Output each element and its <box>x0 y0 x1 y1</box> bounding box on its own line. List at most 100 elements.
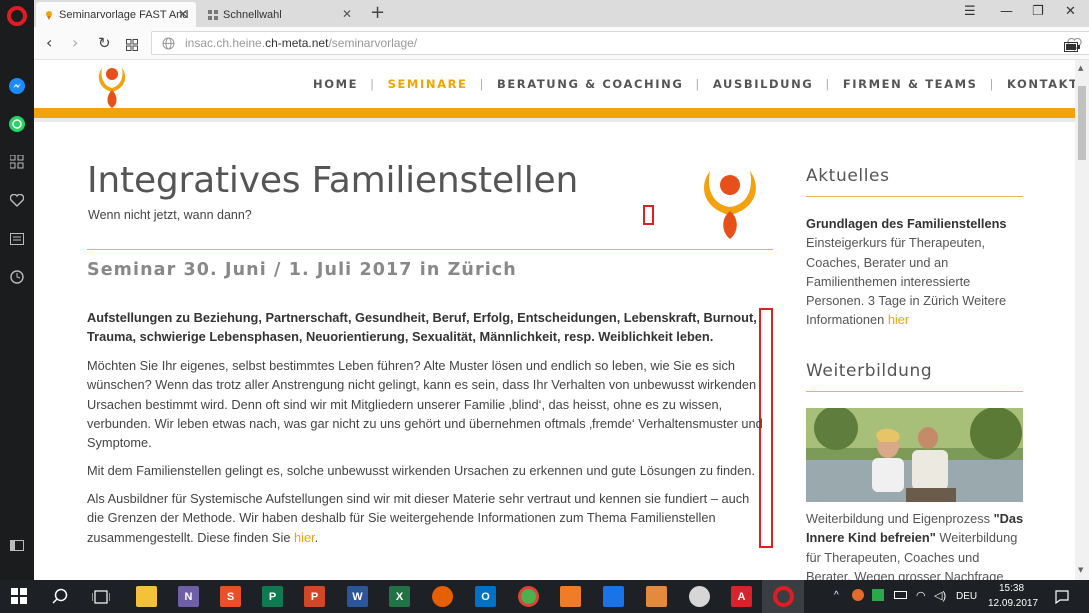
history-icon[interactable] <box>8 268 26 286</box>
accent-bar <box>34 108 1075 118</box>
reload-button[interactable]: ↻ <box>98 34 111 52</box>
onenote-icon[interactable]: N <box>178 586 199 607</box>
scroll-up-icon[interactable]: ▲ <box>1078 64 1083 72</box>
training-photo[interactable] <box>806 408 1023 502</box>
page-title: Integratives Familienstellen <box>87 160 579 201</box>
menu-separator: | <box>370 77 376 91</box>
speed-dial-button[interactable] <box>126 36 138 55</box>
tab-title: Seminarvorlage FAST And <box>59 8 189 21</box>
training-divider <box>806 391 1023 392</box>
opera-taskbar-icon[interactable] <box>773 586 794 607</box>
notifications-icon[interactable] <box>1055 589 1069 608</box>
close-tab-icon[interactable]: ✕ <box>178 7 188 21</box>
site-logo-icon[interactable] <box>92 62 132 108</box>
training-text: Weiterbildung und Eigenprozess "Das Inne… <box>806 511 1024 580</box>
seminar-heading: Seminar 30. Juni / 1. Juli 2017 in Züric… <box>87 260 517 280</box>
body-paragraph-3: Als Ausbildner für Systemische Aufstellu… <box>87 491 750 545</box>
powerpoint-icon[interactable]: P <box>304 586 325 607</box>
battery-icon[interactable] <box>894 591 907 599</box>
url-text: insac.ch.heine.ch-meta.net/seminarvorlag… <box>185 36 418 50</box>
body-paragraph-1: Möchten Sie Ihr eigenes, selbst bestimmt… <box>87 358 763 451</box>
windows-start-icon[interactable] <box>11 588 27 608</box>
chrome-icon[interactable] <box>518 586 539 607</box>
scroll-down-icon[interactable]: ▼ <box>1078 566 1083 574</box>
menu-ausbildung[interactable]: AUSBILDUNG <box>713 77 814 91</box>
tray-chevron-icon[interactable]: ^ <box>834 590 839 601</box>
messenger-icon[interactable] <box>8 77 26 95</box>
tab-menu-icon[interactable]: ☰ <box>964 4 976 19</box>
header-shadow <box>34 118 1075 122</box>
excel-icon[interactable]: X <box>389 586 410 607</box>
project-icon[interactable]: P <box>262 586 283 607</box>
page-subtitle: Wenn nicht jetzt, wann dann? <box>88 208 252 222</box>
news-text: Grundlagen des Familienstellens Einsteig… <box>806 216 1007 328</box>
body-paragraph-2: Mit dem Familienstellen gelingt es, solc… <box>87 463 755 478</box>
site-header: HOME | SEMINARE | BERATUNG & COACHING | … <box>34 60 1075 108</box>
firefox-icon[interactable] <box>432 586 453 607</box>
word-icon[interactable]: W <box>347 586 368 607</box>
itunes-icon[interactable] <box>689 586 710 607</box>
address-input[interactable]: insac.ch.heine.ch-meta.net/seminarvorlag… <box>151 31 1089 55</box>
tray-security-icon[interactable] <box>872 589 884 601</box>
whatsapp-icon[interactable] <box>8 115 26 133</box>
main-menu: HOME | SEMINARE | BERATUNG & COACHING | … <box>313 77 1075 91</box>
title-divider <box>87 249 773 250</box>
sidebar-toggle-icon[interactable] <box>8 536 26 554</box>
clock-time[interactable]: 15:38 <box>999 583 1024 594</box>
menu-seminare[interactable]: SEMINARE <box>388 77 468 91</box>
site-favicon-icon <box>46 10 52 20</box>
annotation-marker <box>643 205 654 225</box>
menu-beratung-coaching[interactable]: BERATUNG & COACHING <box>497 77 683 91</box>
language-indicator[interactable]: DEU <box>956 591 977 602</box>
maximize-button[interactable]: ❐ <box>1032 4 1044 19</box>
globe-icon <box>162 35 175 54</box>
web-page: HOME | SEMINARE | BERATUNG & COACHING | … <box>34 60 1075 580</box>
tab-schnellwahl[interactable]: Schnellwahl ✕ <box>200 2 360 27</box>
acrobat-icon[interactable]: A <box>731 586 752 607</box>
back-button[interactable]: ‹ <box>46 33 52 52</box>
news-link[interactable]: hier <box>888 312 909 327</box>
menu-kontakt[interactable]: KONTAKT <box>1007 77 1075 91</box>
outlook-icon[interactable]: O <box>475 586 496 607</box>
app-orange-icon[interactable] <box>560 586 581 607</box>
opera-logo-icon[interactable] <box>7 6 27 26</box>
tab-title: Schnellwahl <box>223 8 282 21</box>
address-toolbar: ‹ › ↻ insac.ch.heine.ch-meta.net/seminar… <box>34 27 1089 60</box>
photos-icon[interactable] <box>646 586 667 607</box>
task-view-icon[interactable] <box>91 589 111 608</box>
clock-date[interactable]: 12.09.2017 <box>988 598 1038 609</box>
opera-sidebar <box>0 0 34 580</box>
intro-paragraph: Aufstellungen zu Beziehung, Partnerschaf… <box>87 310 757 345</box>
file-explorer-icon[interactable] <box>136 586 157 607</box>
page-scrollbar[interactable]: ▲ ▼ <box>1075 60 1089 580</box>
wifi-icon[interactable]: ◠ <box>916 589 926 602</box>
tray-app-icon[interactable] <box>852 589 864 601</box>
tab-seminarvorlage[interactable]: Seminarvorlage FAST And ✕ <box>36 2 196 27</box>
close-window-button[interactable]: ✕ <box>1065 4 1076 19</box>
battery-saver-icon[interactable] <box>1064 37 1080 56</box>
news-icon[interactable] <box>8 230 26 248</box>
menu-separator: | <box>695 77 701 91</box>
news-divider <box>806 196 1023 197</box>
windows-taskbar: N S P P W X O A ^ ◠ ◁) DEU 15:38 12.09.2… <box>0 580 1089 613</box>
menu-firmen-teams[interactable]: FIRMEN & TEAMS <box>843 77 978 91</box>
close-tab-icon[interactable]: ✕ <box>342 7 352 21</box>
speed-dial-favicon-icon <box>208 9 218 20</box>
news-heading: Aktuelles <box>806 166 890 186</box>
search-icon[interactable] <box>52 588 68 608</box>
menu-separator: | <box>479 77 485 91</box>
more-info-link[interactable]: hier <box>294 530 315 545</box>
dropbox-icon[interactable] <box>603 586 624 607</box>
speed-dial-icon[interactable] <box>8 153 26 171</box>
volume-icon[interactable]: ◁) <box>934 589 946 602</box>
seminar-logo-image <box>688 157 772 241</box>
scrollbar-thumb[interactable] <box>1078 86 1086 160</box>
menu-home[interactable]: HOME <box>313 77 358 91</box>
minimize-button[interactable]: — <box>1000 4 1013 19</box>
heart-icon[interactable] <box>8 191 26 209</box>
menu-separator: | <box>989 77 996 91</box>
menu-separator: | <box>825 77 831 91</box>
slides-app-icon[interactable]: S <box>220 586 241 607</box>
new-tab-button[interactable]: + <box>370 2 385 23</box>
forward-button[interactable]: › <box>72 33 78 52</box>
